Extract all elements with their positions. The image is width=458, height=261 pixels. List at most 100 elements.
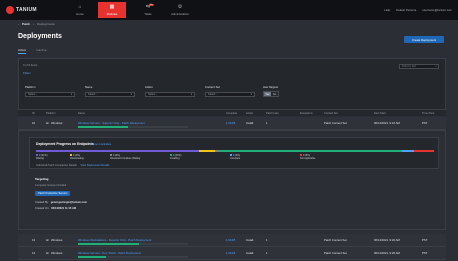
filter-action-value: Select... xyxy=(148,93,158,96)
breadcrumb: ‹ Patch › Deployments xyxy=(18,22,55,26)
filter-content-set-select[interactable]: Select... ▾ xyxy=(205,92,255,97)
legend-item: 0 (46%) Installing xyxy=(170,154,181,160)
breadcrumb-patch[interactable]: Patch xyxy=(22,22,30,26)
user-menu[interactable]: username@tanium.com xyxy=(422,8,452,12)
row-id: 13 xyxy=(32,238,36,242)
back-arrow-icon[interactable]: ‹ xyxy=(18,22,19,26)
computer-group-chip[interactable]: Patch Production Servers xyxy=(35,191,71,196)
nav-modules[interactable]: ▦ Modules xyxy=(98,2,126,18)
row-progress-bar xyxy=(78,256,188,258)
windows-icon: ⊞ xyxy=(46,251,49,255)
row-complete[interactable]: 1,043/5 xyxy=(226,251,235,255)
chevron-down-icon: ▾ xyxy=(190,93,192,96)
filter-name-label: Name xyxy=(85,85,93,89)
row-complete[interactable]: 1,043/5 xyxy=(226,121,235,125)
filter-name-value: Select... xyxy=(88,93,98,96)
row-patch-lists: 1 xyxy=(266,238,268,242)
col-patch-lists[interactable]: Patch Lists xyxy=(266,112,279,115)
help-link[interactable]: Help xyxy=(384,8,390,12)
col-content-set[interactable]: Content Set xyxy=(324,112,338,115)
legend-label: Installing xyxy=(170,157,180,160)
filter-platform-value: Select... xyxy=(28,93,38,96)
col-name[interactable]: Name xyxy=(78,112,85,115)
progress-segment xyxy=(36,150,200,152)
nav-modules-label: Modules xyxy=(106,11,118,16)
targeting-subheading: Computer Groups Included xyxy=(35,184,67,187)
created-by: Created By: genel.guzringlo@tanium.com xyxy=(35,201,87,204)
search-icon: ⌕ xyxy=(435,65,437,68)
table-row[interactable]: 13 ⊞ Windows Windows Workstations - Supe… xyxy=(18,234,446,247)
row-name-link[interactable]: Windows Servers - Dev, Patch - Patch Dep… xyxy=(78,251,141,255)
view-activities-link[interactable]: View in Activities xyxy=(92,143,111,146)
progress-segment xyxy=(402,150,415,152)
nav-tasks[interactable]: ⇆ Tasks 99+ xyxy=(134,2,162,18)
legend-label: Downloading xyxy=(70,157,84,160)
col-platform[interactable]: Platform xyxy=(46,112,56,115)
create-deployment-button[interactable]: Create Deployment xyxy=(404,36,444,43)
legend-item: 0 (3%) Complete xyxy=(230,154,240,160)
filter-action-select[interactable]: Select... ▾ xyxy=(145,92,195,97)
row-progress-bar xyxy=(78,126,188,128)
tab-active[interactable]: Active xyxy=(18,48,27,54)
created-on-label: Created On: xyxy=(35,207,50,210)
nav-administration[interactable]: ⚙ Administration xyxy=(166,2,194,18)
patch-details-label: Individual Patch Completion Details xyxy=(36,164,77,167)
persona-selector[interactable]: Default Persona xyxy=(396,8,416,12)
col-exceptions[interactable]: Exceptions xyxy=(300,112,313,115)
row-time-zone: PST xyxy=(422,121,428,125)
tanium-logo[interactable]: TANIUM xyxy=(6,6,37,14)
nav-home[interactable]: ⌂ Home xyxy=(66,2,94,18)
page-title: Deployments xyxy=(18,33,62,40)
has-targets-toggle[interactable]: Yes No xyxy=(263,91,279,97)
col-next-start[interactable]: Next Start xyxy=(374,112,386,115)
legend-item: 0 (4%) Downloading xyxy=(70,154,84,160)
created-by-value: genel.guzringlo@tanium.com xyxy=(50,201,87,204)
row-platform: Windows xyxy=(51,238,63,242)
progress-segment xyxy=(199,150,216,152)
row-action: Install xyxy=(246,251,254,255)
row-name-link[interactable]: Windows Workstations - Superior Only - P… xyxy=(78,238,151,242)
row-content-set: Patch Content Set xyxy=(324,251,347,255)
row-progress-bar xyxy=(78,243,188,245)
progress-card: Deployment Progress on Endpoints View in… xyxy=(29,137,439,169)
col-action[interactable]: Action xyxy=(246,112,253,115)
filters-toggle-link[interactable]: Filters xyxy=(23,71,31,75)
filter-action-label: Action xyxy=(145,85,153,89)
row-id: 14 xyxy=(32,251,36,255)
filter-name-select[interactable]: Select... ▾ xyxy=(85,92,135,97)
progress-card-title: Deployment Progress on Endpoints xyxy=(36,142,94,146)
card-footer: Individual Patch Completion Details View… xyxy=(36,164,109,167)
row-name-link[interactable]: Windows Servers - Superior Only - Patch … xyxy=(78,121,145,125)
tasks-count-badge: 99+ xyxy=(148,4,154,6)
has-targets-yes[interactable]: Yes xyxy=(264,92,271,96)
row-next-start: 06/14/2021, 9:20 AM xyxy=(374,238,400,242)
chevron-down-icon: ▾ xyxy=(130,93,132,96)
col-complete[interactable]: Complete xyxy=(226,112,237,115)
tab-inactive[interactable]: Inactive xyxy=(36,48,46,54)
row-time-zone: PST xyxy=(422,251,428,255)
row-time-zone: PST xyxy=(422,238,428,242)
view-deployment-details-link[interactable]: View Deployment Details xyxy=(81,164,110,167)
nav-administration-label: Administration xyxy=(171,11,189,16)
col-time-zone[interactable]: Time Zone xyxy=(422,112,434,115)
topbar-right: Help Default Persona username@tanium.com xyxy=(384,8,452,12)
row-progress-fill xyxy=(78,256,106,258)
col-id[interactable]: ID xyxy=(32,112,35,115)
app-name: TANIUM xyxy=(16,7,37,13)
row-next-start: 06/14/2021, 9:20 AM xyxy=(374,251,400,255)
table-row[interactable]: 10 ⊞ Windows Windows Servers - Superior … xyxy=(18,117,446,130)
filter-platform-select[interactable]: Select... ▾ xyxy=(25,92,75,97)
created-on: Created On: 06/14/2021 11:15 AM xyxy=(35,207,76,210)
row-content-set: Patch Content Set xyxy=(324,238,347,242)
row-action: Install xyxy=(246,238,254,242)
row-complete[interactable]: 1,043/5 xyxy=(226,238,235,242)
legend-item: 0 (41%) Waiting xyxy=(36,154,47,160)
has-targets-no[interactable]: No xyxy=(271,92,278,96)
row-patch-lists: 1 xyxy=(266,121,268,125)
legend-label: Download Complete Waiting xyxy=(110,157,141,160)
deployment-tabs: Active Inactive xyxy=(18,48,47,54)
table-row[interactable]: 14 ⊞ Windows Windows Servers - Dev, Patc… xyxy=(18,247,446,260)
search-input[interactable]: Filter by text ⌕ xyxy=(399,64,439,69)
filter-has-targets-label: Has Targets xyxy=(263,85,278,89)
row-next-start: 06/14/2021, 9:16 AM xyxy=(374,121,400,125)
